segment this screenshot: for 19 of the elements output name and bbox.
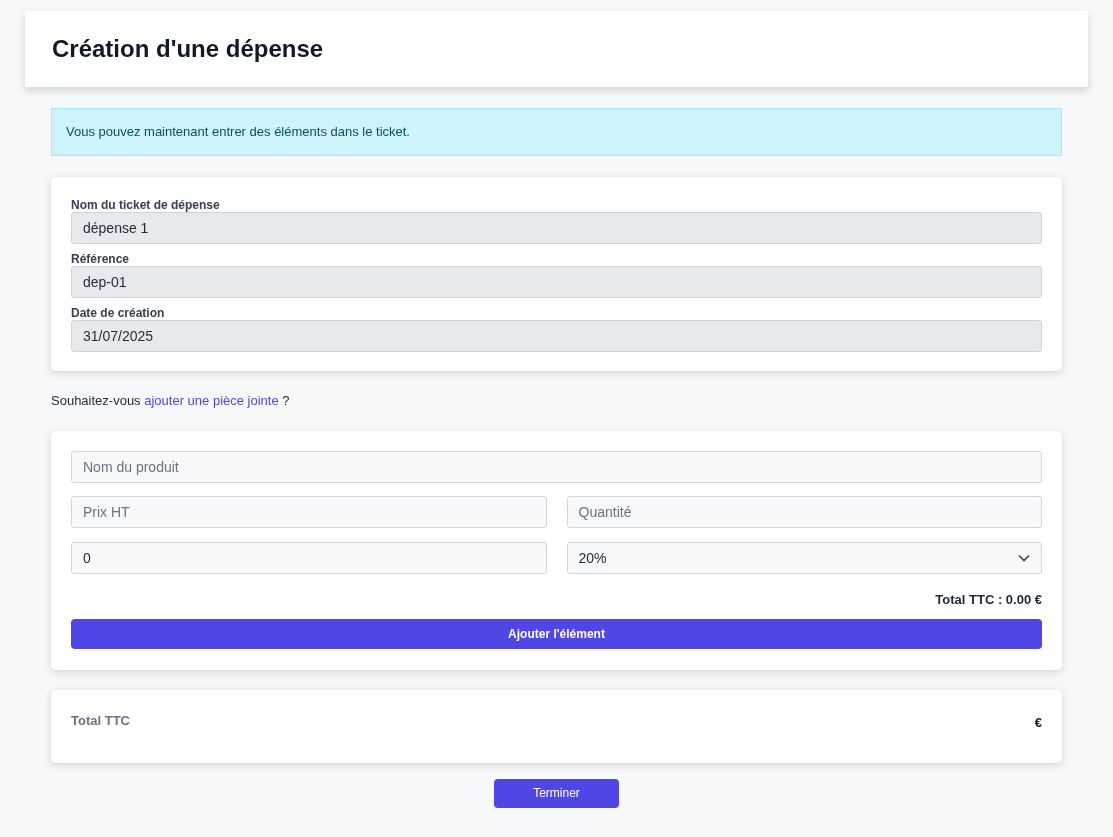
field-label: Référence	[71, 252, 131, 266]
summary-value: €	[1034, 713, 1042, 732]
summary-label: Total TTC	[71, 711, 130, 730]
alert-text: Vous pouvez maintenant entrer des éléments dans le ticket.	[66, 123, 410, 142]
field-label: Date de création	[71, 306, 166, 320]
chevron-down-icon	[1018, 554, 1030, 562]
total-text: Total TTC : 0.00 €	[935, 591, 1042, 609]
amount-field[interactable]: 0	[71, 542, 547, 574]
add-item-button[interactable]: Ajouter l'élément	[71, 618, 1042, 649]
prompt-text: Souhaitez-vous	[51, 393, 141, 408]
question-mark: ?	[282, 393, 290, 408]
quantity-field[interactable]: Quantité	[566, 496, 1042, 528]
product-name-field[interactable]: Nom du produit	[71, 451, 1042, 483]
page-title: Création d'une dépense	[52, 34, 324, 64]
attachment-link[interactable]: ajouter une pièce jointe	[144, 393, 279, 408]
field-label: Nom du ticket de dépense	[71, 198, 221, 212]
vat-select[interactable]: 20%	[566, 542, 1042, 574]
price-field[interactable]: Prix HT	[71, 496, 547, 528]
finish-button[interactable]: Terminer	[494, 778, 619, 808]
